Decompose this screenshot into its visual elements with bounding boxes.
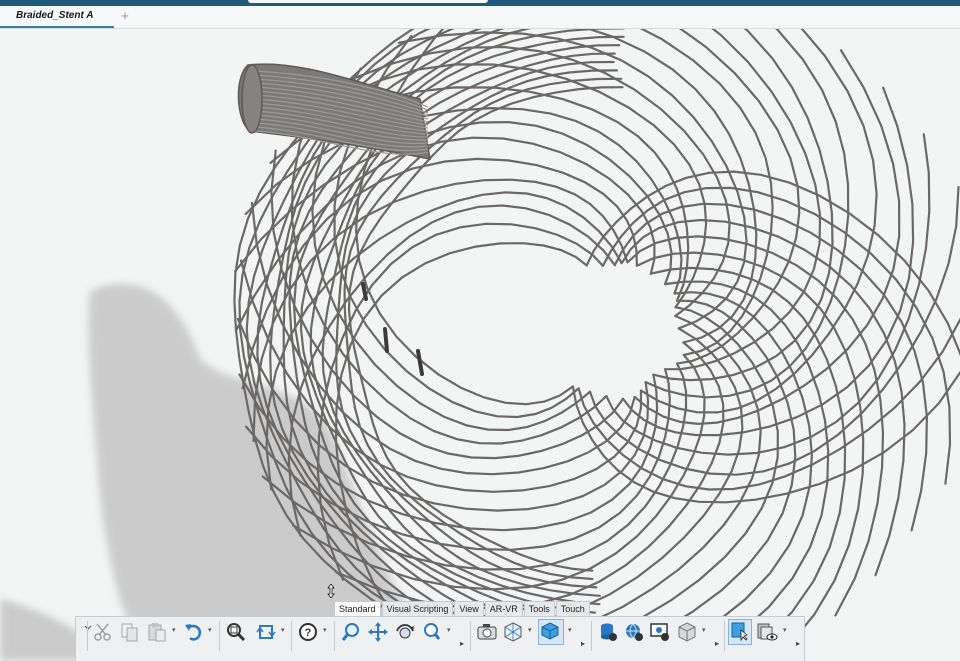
select-window-icon[interactable] — [728, 619, 752, 645]
flyout-arrow-icon[interactable]: ▸ — [796, 639, 800, 648]
paste-dropdown-icon[interactable]: ▾ — [172, 627, 178, 634]
svg-text:?: ? — [305, 627, 312, 639]
globe-icon[interactable] — [623, 621, 645, 643]
view-orientation-icon[interactable] — [502, 621, 524, 643]
toolbar-separator — [334, 621, 335, 651]
3d-viewport[interactable] — [0, 29, 960, 661]
command-toolbar: ▾ ▾ ▾ ? ▾ ▾ ▸ ▾ ▾ ▸ ▾ ▸ ▾ ▸ — [75, 616, 805, 661]
tab-standard[interactable]: Standard — [334, 601, 381, 616]
help-icon[interactable]: ? — [297, 621, 319, 643]
tab-view[interactable]: View — [454, 601, 484, 616]
database-icon[interactable] — [597, 621, 619, 643]
add-tab-button[interactable]: + — [118, 8, 132, 24]
undo-dropdown-icon[interactable]: ▾ — [208, 627, 214, 634]
toolbar-separator — [219, 621, 220, 651]
command-manager-tabs: Standard Visual Scripting View AR-VR Too… — [334, 601, 591, 616]
tab-visual-scripting[interactable]: Visual Scripting — [381, 601, 454, 616]
cut-icon[interactable] — [92, 621, 114, 643]
zoom-fit-icon[interactable] — [225, 621, 247, 643]
toolbar-separator — [470, 621, 471, 651]
flyout-arrow-icon[interactable]: ▸ — [715, 639, 719, 648]
view-visibility-icon[interactable] — [756, 621, 778, 643]
rotate-view-icon[interactable] — [255, 621, 277, 643]
tab-tools[interactable]: Tools — [523, 601, 555, 616]
undo-icon[interactable] — [182, 621, 204, 643]
document-tab-label: Braided_Stent A — [16, 10, 94, 21]
move-icon[interactable] — [367, 621, 389, 643]
search-icon[interactable] — [421, 621, 443, 643]
document-tab-strip: Braided_Stent A + — [0, 6, 960, 29]
toolbar-separator — [591, 621, 592, 651]
help-dropdown-icon[interactable]: ▾ — [323, 627, 329, 634]
document-tab[interactable]: Braided_Stent A — [0, 6, 114, 28]
flyout-arrow-icon[interactable]: ▸ — [581, 639, 585, 648]
screenshot-icon[interactable] — [476, 621, 498, 643]
geometry-dropdown-icon[interactable]: ▾ — [702, 627, 708, 634]
toolbar-separator — [291, 621, 292, 651]
rotate-dropdown-icon[interactable]: ▾ — [281, 627, 287, 634]
monitor-icon[interactable] — [649, 621, 671, 643]
visibility-dropdown-icon[interactable]: ▾ — [783, 627, 789, 634]
search-dropdown-icon[interactable]: ▾ — [447, 627, 453, 634]
geometry-icon[interactable] — [676, 621, 698, 643]
zoom-icon[interactable] — [340, 621, 362, 643]
paste-icon[interactable] — [146, 621, 168, 643]
display-style-icon[interactable] — [538, 619, 564, 645]
flyout-arrow-icon[interactable]: ▸ — [460, 639, 464, 648]
search-pill[interactable] — [248, 0, 488, 3]
tab-ar-vr[interactable]: AR-VR — [484, 601, 523, 616]
tab-touch[interactable]: Touch — [555, 601, 590, 616]
orbit-icon[interactable] — [394, 621, 416, 643]
display-dropdown-icon[interactable]: ▾ — [568, 627, 574, 634]
orientation-dropdown-icon[interactable]: ▾ — [528, 627, 534, 634]
stent-hub — [237, 63, 431, 160]
copy-icon[interactable] — [119, 621, 141, 643]
toolbar-separator — [724, 621, 725, 651]
collapse-chevron-icon[interactable] — [77, 621, 92, 643]
resize-cursor-icon — [327, 584, 335, 598]
toolbar-separator — [87, 621, 88, 651]
